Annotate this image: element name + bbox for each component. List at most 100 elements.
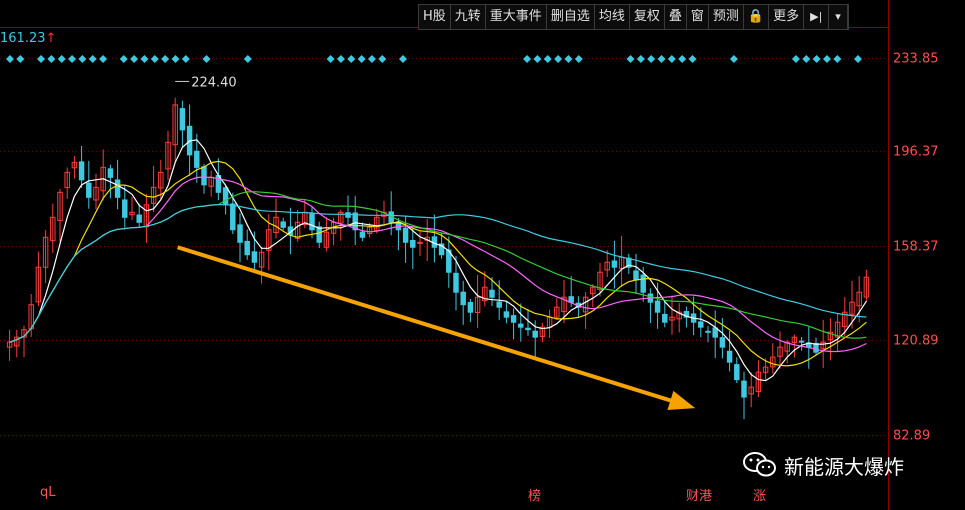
event-marker-icon bbox=[802, 55, 811, 63]
candle-body bbox=[568, 296, 574, 303]
candle-body bbox=[712, 327, 718, 338]
event-marker-icon bbox=[854, 55, 862, 63]
candle-body bbox=[309, 213, 315, 231]
toolbar-lock-icon[interactable]: 🔒 bbox=[744, 5, 770, 29]
event-marker-icon bbox=[564, 55, 573, 63]
candle-body bbox=[741, 380, 747, 398]
ma-line bbox=[9, 191, 867, 343]
candle-body bbox=[345, 212, 351, 218]
chart-toolbar: H股 九转 重大事件 删自选 均线 复权叠窗预测 🔒 更多 ▶| ▾ bbox=[418, 4, 849, 30]
event-marker-icon bbox=[336, 55, 345, 63]
toolbar-nine-turn[interactable]: 九转 bbox=[451, 5, 486, 29]
toolbar-major-events[interactable]: 重大事件 bbox=[486, 5, 547, 29]
event-marker-icon bbox=[243, 55, 252, 63]
toolbar-overlay[interactable]: 叠 bbox=[665, 5, 687, 29]
candle-body bbox=[316, 226, 322, 243]
event-marker-icon bbox=[78, 55, 87, 63]
event-marker-icon bbox=[99, 55, 108, 63]
toolbar-window[interactable]: 窗 bbox=[687, 5, 709, 29]
bottom-mark-rise: 涨 bbox=[753, 489, 767, 504]
toolbar-more[interactable]: 更多 bbox=[769, 5, 805, 29]
candle-body bbox=[107, 168, 114, 178]
ma-line bbox=[9, 160, 867, 367]
event-marker-icon bbox=[357, 55, 366, 63]
candle-body bbox=[402, 227, 409, 243]
ma-line bbox=[9, 139, 867, 382]
event-marker-icon bbox=[140, 55, 149, 63]
trend-arrow bbox=[177, 245, 696, 410]
bottom-mark-list: 榜 bbox=[528, 489, 542, 504]
trend-arrow-head bbox=[667, 390, 696, 410]
candle-body bbox=[734, 364, 740, 381]
ma-line bbox=[9, 204, 867, 343]
candle-body bbox=[633, 270, 639, 281]
candle-body bbox=[122, 199, 128, 218]
current-price-value: 161.23 bbox=[0, 31, 46, 46]
event-marker-icon bbox=[68, 55, 77, 63]
event-marker-icon bbox=[688, 55, 697, 63]
event-marker-icon bbox=[6, 55, 14, 63]
event-marker-icon bbox=[678, 55, 687, 63]
toolbar-dropdown-icon[interactable]: ▾ bbox=[829, 5, 848, 29]
event-marker-icon bbox=[347, 55, 356, 63]
event-marker-icon bbox=[626, 55, 635, 63]
event-marker-icon bbox=[37, 55, 46, 63]
event-markers bbox=[6, 55, 862, 63]
candle-body bbox=[86, 182, 92, 198]
candle-body bbox=[489, 289, 495, 298]
event-marker-icon bbox=[181, 55, 190, 63]
candle-body bbox=[78, 161, 85, 181]
toolbar-remove-watchlist[interactable]: 删自选 bbox=[547, 5, 595, 29]
candle-body bbox=[230, 203, 236, 231]
candle-body bbox=[410, 239, 416, 248]
peak-label: 224.40 bbox=[191, 75, 237, 90]
toolbar-moving-average[interactable]: 均线 bbox=[595, 5, 630, 29]
bottom-mark-finance: 财港 bbox=[686, 489, 713, 504]
watermark-text: 新能源大爆炸 bbox=[784, 454, 904, 479]
toolbar-forecast[interactable]: 预测 bbox=[709, 5, 744, 29]
event-marker-icon bbox=[161, 55, 170, 63]
candle-body bbox=[518, 323, 524, 328]
event-marker-icon bbox=[398, 55, 407, 63]
y-tick-label: 233.85 bbox=[893, 52, 939, 67]
candle-body bbox=[251, 251, 258, 263]
candle-body bbox=[532, 330, 538, 338]
candle-body bbox=[114, 179, 121, 198]
candle-body bbox=[654, 300, 661, 313]
event-marker-icon bbox=[833, 55, 842, 63]
toolbar-h-share[interactable]: H股 bbox=[419, 5, 451, 29]
bottom-mark-ql: qL bbox=[40, 485, 56, 500]
event-marker-icon bbox=[647, 55, 656, 63]
event-marker-icon bbox=[47, 55, 56, 63]
candle-body bbox=[453, 272, 459, 293]
candle-body bbox=[662, 313, 668, 323]
event-marker-icon bbox=[202, 55, 211, 63]
event-marker-icon bbox=[554, 55, 563, 63]
candle-body bbox=[640, 274, 646, 293]
toolbar-adjust[interactable]: 复权 bbox=[630, 5, 665, 29]
event-marker-icon bbox=[378, 55, 387, 63]
event-marker-icon bbox=[822, 55, 831, 63]
candlesticks bbox=[6, 97, 870, 420]
candle-body bbox=[503, 311, 510, 318]
peak-annotation: 224.40 bbox=[175, 75, 237, 90]
event-marker-icon bbox=[523, 55, 532, 63]
stock-chart: 224.40 233.85 196.37 158.37 120.89 82.89 bbox=[0, 0, 939, 510]
candle-body bbox=[798, 340, 805, 343]
event-marker-icon bbox=[88, 55, 97, 63]
candle-body bbox=[611, 260, 618, 268]
candle-body bbox=[237, 224, 243, 243]
watermark: 新能源大爆炸 bbox=[742, 450, 904, 480]
event-marker-icon bbox=[367, 55, 376, 63]
event-marker-icon bbox=[543, 55, 552, 63]
candle-body bbox=[698, 321, 704, 328]
toolbar-play-end-icon[interactable]: ▶| bbox=[804, 5, 830, 29]
event-marker-icon bbox=[657, 55, 666, 63]
candle-body bbox=[244, 240, 250, 256]
price-up-arrow: ↑ bbox=[45, 31, 57, 46]
event-marker-icon bbox=[729, 55, 738, 63]
candle-body bbox=[460, 291, 466, 306]
y-axis: 233.85 196.37 158.37 120.89 82.89 bbox=[893, 52, 939, 444]
candle-body bbox=[510, 315, 517, 323]
candle-body bbox=[525, 327, 531, 331]
